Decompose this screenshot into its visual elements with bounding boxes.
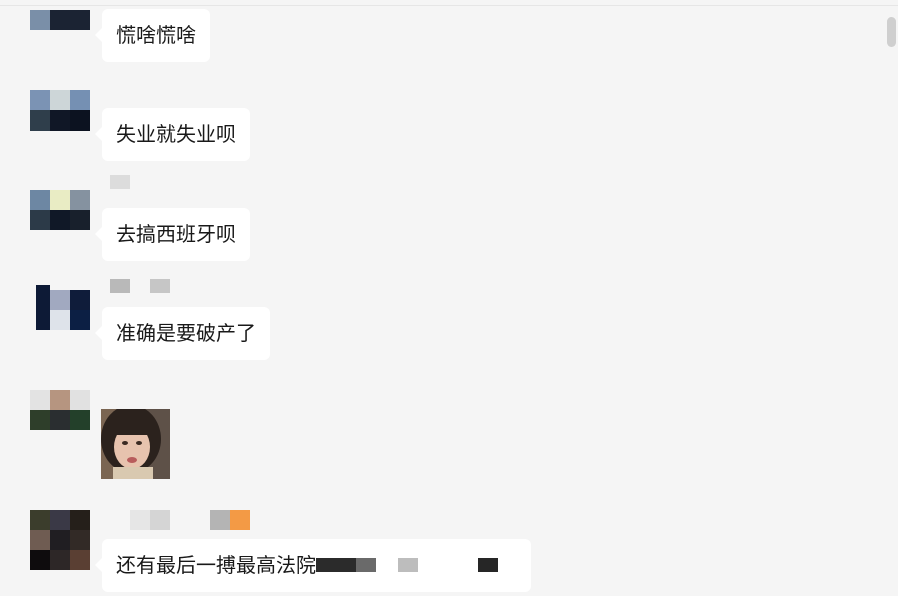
scrollbar-thumb[interactable] — [887, 17, 896, 47]
message-bubble[interactable]: 还有最后一搏最高法院 — [95, 539, 531, 592]
top-divider — [0, 5, 898, 6]
avatar[interactable] — [30, 390, 90, 430]
avatar[interactable] — [30, 190, 90, 230]
avatar[interactable] — [30, 10, 90, 30]
message-bubble[interactable]: 准确是要破产了 — [95, 307, 270, 360]
blurred-text — [316, 553, 498, 577]
message-bubble[interactable]: 慌啥慌啥 — [95, 9, 210, 62]
avatar[interactable] — [30, 285, 90, 330]
sticker-photo[interactable] — [101, 409, 170, 479]
message-bubble[interactable]: 去搞西班牙呗 — [95, 208, 250, 261]
message-bubble[interactable]: 失业就失业呗 — [95, 108, 250, 161]
girl-face-photo-icon — [101, 409, 170, 479]
avatar[interactable] — [30, 510, 90, 570]
message-text: 还有最后一搏最高法院 — [116, 553, 316, 577]
avatar[interactable] — [30, 90, 90, 131]
